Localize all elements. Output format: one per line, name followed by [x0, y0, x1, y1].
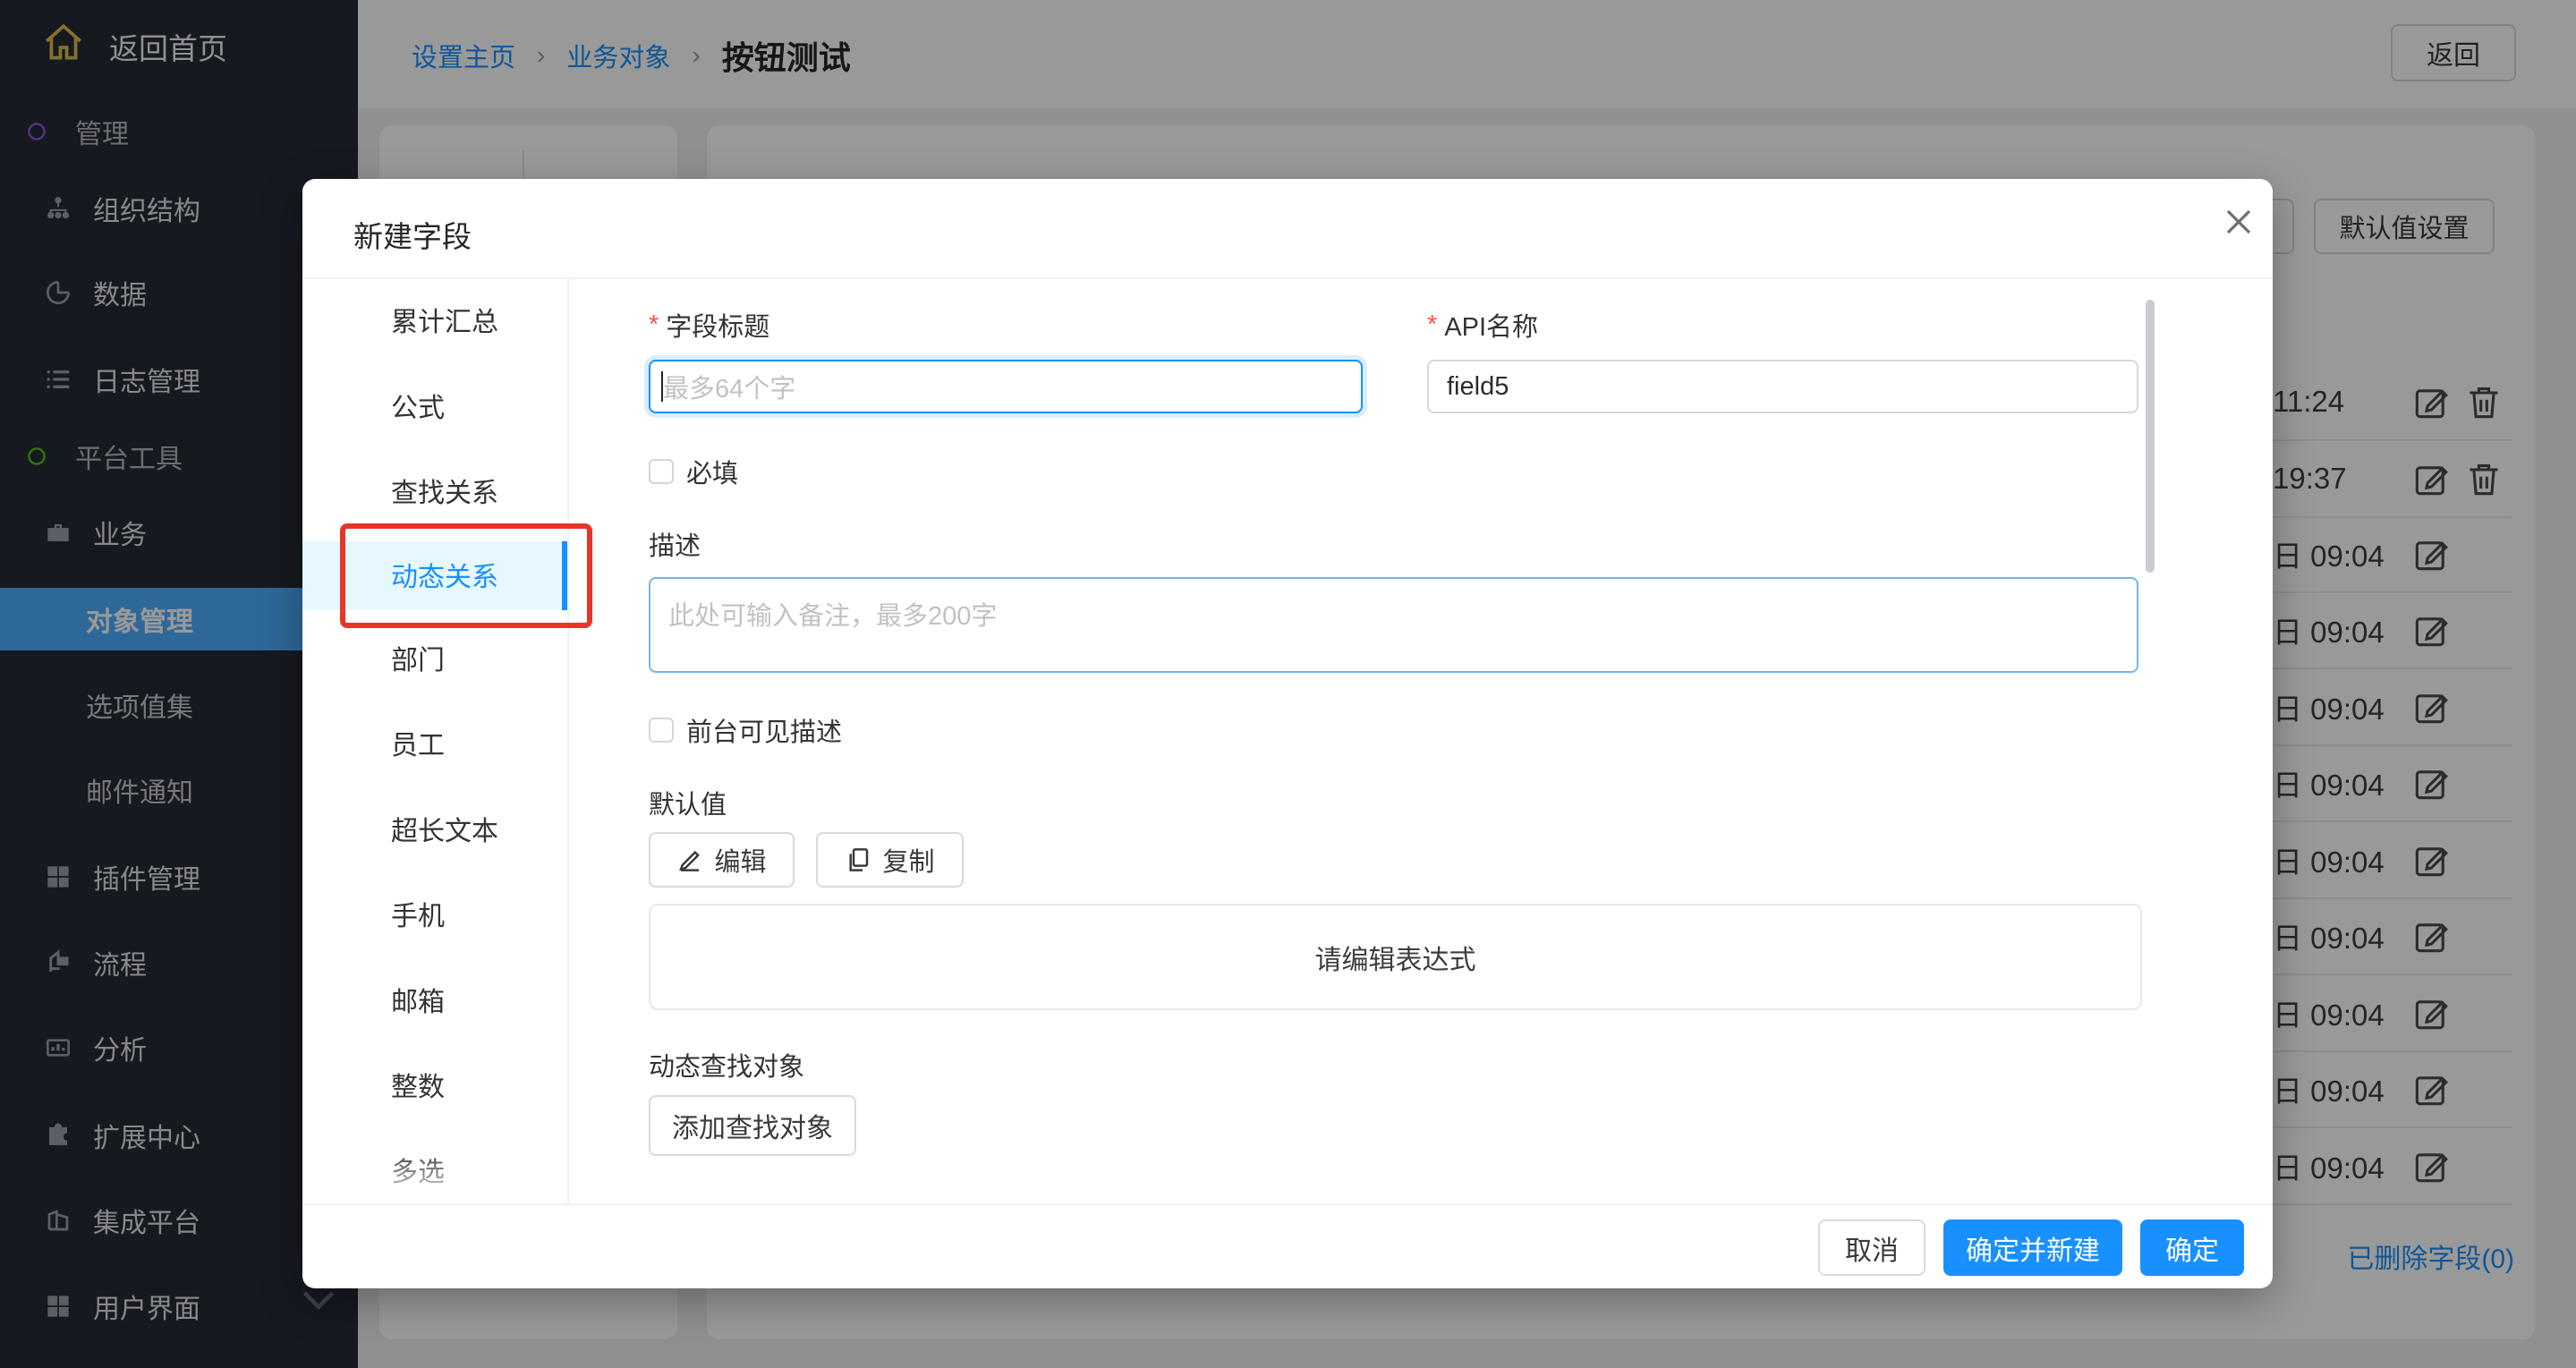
copy-icon	[845, 846, 871, 873]
expression-box[interactable]: 请编辑表达式	[649, 904, 2142, 1010]
menu-item-employee[interactable]: 员工	[302, 714, 567, 771]
annotation-highlight-box	[340, 523, 592, 628]
required-asterisk: *	[649, 310, 659, 340]
confirm-and-new-button[interactable]: 确定并新建	[1943, 1219, 2122, 1276]
cancel-button[interactable]: 取消	[1818, 1219, 1926, 1276]
api-name-label: * API名称	[1427, 305, 1538, 344]
required-asterisk: *	[1427, 310, 1437, 340]
menu-item-integer[interactable]: 整数	[302, 1056, 567, 1113]
menu-item-email[interactable]: 邮箱	[302, 971, 567, 1028]
menu-item-mobile[interactable]: 手机	[302, 885, 567, 942]
add-lookup-object-button[interactable]: 添加查找对象	[649, 1095, 856, 1156]
field-title-placeholder: 最多64个字	[663, 368, 795, 405]
default-value-label: 默认值	[649, 783, 727, 822]
front-visible-description-label: 前台可见描述	[686, 710, 842, 750]
dialog-title: 新建字段	[353, 213, 472, 256]
menu-item-formula[interactable]: 公式	[302, 377, 567, 434]
menu-item-department[interactable]: 部门	[302, 629, 567, 686]
screen: 设置主页 › 业务对象 › 按钮测试 返回 默认值设置 11:24 19:37 …	[0, 0, 2576, 1368]
expression-placeholder: 请编辑表达式	[1315, 938, 1476, 977]
api-name-input[interactable]: field5	[1427, 360, 2138, 413]
footer-divider	[302, 1203, 2273, 1205]
front-visible-description-checkbox[interactable]	[649, 718, 674, 743]
menu-item-lookup-relation[interactable]: 查找关系	[302, 462, 567, 519]
description-placeholder: 此处可输入备注，最多200字	[668, 602, 997, 631]
edit-expression-button[interactable]: 编辑	[649, 832, 795, 888]
description-label: 描述	[649, 524, 701, 564]
header-divider	[302, 277, 2273, 279]
field-title-label: * 字段标题	[649, 305, 769, 344]
copy-expression-button[interactable]: 复制	[816, 832, 964, 888]
close-icon[interactable]	[2217, 200, 2260, 243]
field-type-menu: 累计汇总 公式 查找关系 动态关系 部门 员工 超长文本 手机 邮箱 整数 多选	[302, 277, 567, 1203]
menu-divider	[567, 279, 569, 1203]
required-checkbox[interactable]	[649, 459, 674, 484]
confirm-button[interactable]: 确定	[2140, 1219, 2244, 1276]
pencil-icon	[676, 846, 703, 873]
new-field-dialog: 新建字段 累计汇总 公式 查找关系 动态关系 部门 员工 超长文本 手机 邮箱 …	[302, 179, 2273, 1288]
dynamic-lookup-label: 动态查找对象	[649, 1045, 804, 1084]
field-title-input[interactable]: 最多64个字	[649, 360, 1363, 413]
menu-item-long-text[interactable]: 超长文本	[302, 800, 567, 857]
api-name-value: field5	[1447, 372, 1509, 402]
required-checkbox-label: 必填	[686, 452, 738, 491]
description-textarea[interactable]: 此处可输入备注，最多200字	[649, 577, 2138, 673]
modal-scrollbar[interactable]	[2146, 300, 2155, 573]
menu-item-rollup-summary[interactable]: 累计汇总	[302, 291, 567, 348]
menu-fade	[302, 1150, 567, 1203]
